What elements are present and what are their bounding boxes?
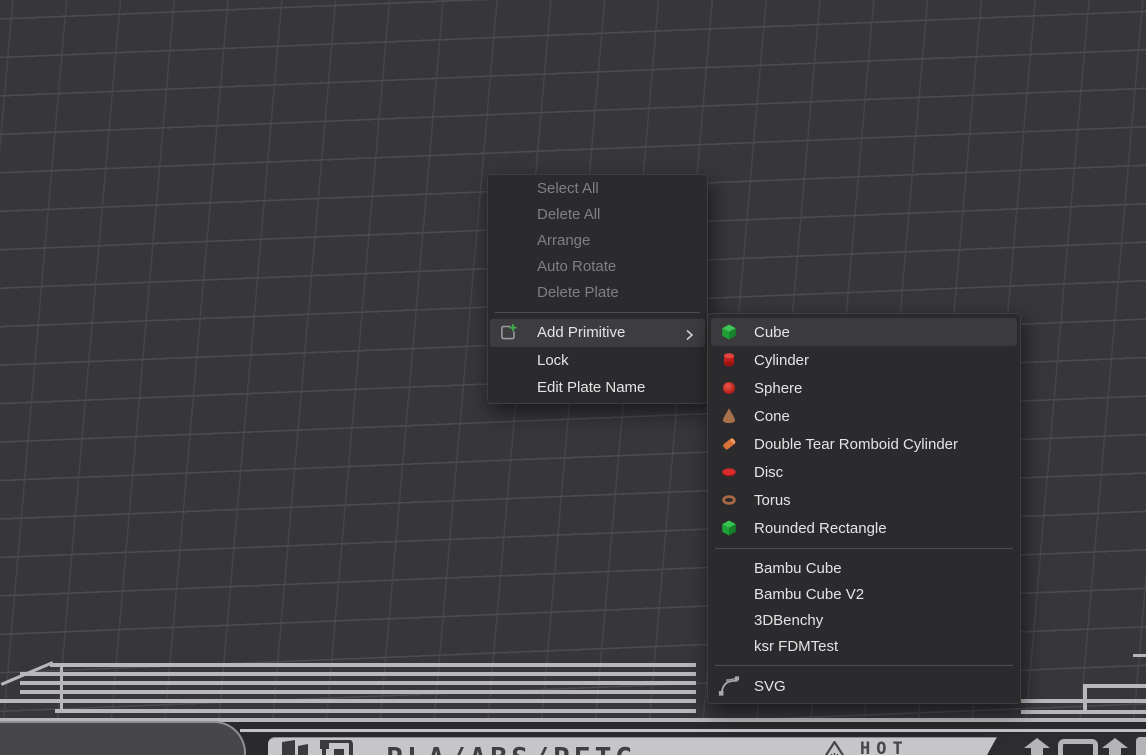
submenu-item-cylinder[interactable]: Cylinder	[711, 346, 1017, 374]
plate-edge-line	[20, 690, 696, 694]
bezier-curve-icon	[718, 675, 740, 697]
bambu-logo-icon	[282, 740, 314, 755]
submenu-item-double-tear-romboid-cylinder[interactable]: Double Tear Romboid Cylinder	[711, 430, 1017, 458]
menu-item-edit-plate-name[interactable]: Edit Plate Name	[490, 374, 705, 401]
menu-item-label: Edit Plate Name	[537, 379, 645, 396]
plate-edge-line	[50, 663, 696, 667]
submenu-item-label: Rounded Rectangle	[754, 520, 887, 537]
plate-front-line	[240, 729, 1146, 732]
menu-item-label: Auto Rotate	[537, 258, 616, 275]
chevron-right-icon	[681, 325, 697, 341]
arrow-up-icon	[1022, 738, 1052, 755]
rounded-rectangle-icon	[720, 519, 738, 537]
submenu-item-label: Bambu Cube	[754, 560, 842, 577]
menu-item-label: Delete All	[537, 206, 600, 223]
submenu-item-bambu-cube-v2[interactable]: Bambu Cube V2	[711, 581, 1017, 607]
sphere-icon	[720, 379, 738, 397]
menu-item-label: Delete Plate	[537, 284, 619, 301]
submenu-item-label: Torus	[754, 492, 791, 509]
submenu-item-label: Cube	[754, 324, 790, 341]
cone-icon	[720, 407, 738, 425]
menu-item-arrange[interactable]: Arrange	[490, 228, 705, 254]
menu-item-label: Lock	[537, 352, 569, 369]
arrow-up-icon	[1100, 738, 1130, 755]
romboid-cylinder-icon	[720, 435, 738, 453]
submenu-item-label: Disc	[754, 464, 783, 481]
menu-item-add-primitive[interactable]: Add Primitive	[490, 319, 705, 347]
submenu-item-label: 3DBenchy	[754, 612, 823, 629]
plate-label-strip: PLA/ABS/PETG HOT	[268, 737, 997, 755]
plate-edge-line	[20, 681, 696, 685]
add-primitive-submenu: Cube Cylinder Sphere	[707, 313, 1021, 704]
plate-edge-line	[20, 672, 696, 676]
menu-item-select-all[interactable]: Select All	[490, 176, 705, 202]
menu-item-delete-plate[interactable]: Delete Plate	[490, 280, 705, 306]
submenu-item-label: Bambu Cube V2	[754, 586, 864, 603]
hot-label: HOT	[860, 739, 909, 755]
menu-item-label: Add Primitive	[537, 324, 625, 341]
submenu-item-label: ksr FDMTest	[754, 638, 838, 655]
plate-edge-mark	[1133, 654, 1146, 657]
plate-material-text: PLA/ABS/PETG	[386, 741, 636, 755]
plate-edge-line	[0, 699, 696, 703]
3d-viewport[interactable]: PLA/ABS/PETG HOT Select All Delete All A…	[0, 0, 1146, 755]
plate-corner-line	[1083, 684, 1146, 688]
menu-item-label: Select All	[537, 180, 599, 197]
submenu-item-disc[interactable]: Disc	[711, 458, 1017, 486]
submenu-separator	[715, 548, 1013, 549]
plate-corner-line	[1083, 684, 1087, 713]
plate-edge-line	[55, 709, 696, 713]
plate-type-logo-icon	[320, 740, 356, 755]
menu-item-delete-all[interactable]: Delete All	[490, 202, 705, 228]
submenu-item-cube[interactable]: Cube	[711, 318, 1017, 346]
submenu-item-bambu-cube[interactable]: Bambu Cube	[711, 555, 1017, 581]
submenu-item-label: Sphere	[754, 380, 802, 397]
submenu-item-torus[interactable]: Torus	[711, 486, 1017, 514]
torus-icon	[720, 491, 738, 509]
disc-icon	[720, 463, 738, 481]
plate-edge-tick	[60, 664, 63, 712]
submenu-item-svg[interactable]: SVG	[711, 672, 1017, 700]
context-menu: Select All Delete All Arrange Auto Rotat…	[487, 174, 708, 404]
submenu-item-ksr-fdmtest[interactable]: ksr FDMTest	[711, 633, 1017, 659]
cylinder-icon	[720, 351, 738, 369]
menu-item-label: Arrange	[537, 232, 590, 249]
plate-edge-blob	[1136, 737, 1146, 755]
hot-warning-triangle-icon	[821, 740, 848, 755]
submenu-item-label: SVG	[754, 678, 786, 695]
menu-item-auto-rotate[interactable]: Auto Rotate	[490, 254, 705, 280]
submenu-item-3dbenchy[interactable]: 3DBenchy	[711, 607, 1017, 633]
menu-item-lock[interactable]: Lock	[490, 347, 705, 374]
menu-separator	[495, 312, 700, 313]
cube-icon	[720, 323, 738, 341]
plate-front-corner	[0, 721, 246, 755]
submenu-item-label: Double Tear Romboid Cylinder	[754, 436, 958, 453]
submenu-item-label: Cone	[754, 408, 790, 425]
submenu-item-cone[interactable]: Cone	[711, 402, 1017, 430]
submenu-separator	[715, 665, 1013, 666]
add-primitive-icon	[498, 323, 518, 343]
submenu-item-rounded-rectangle[interactable]: Rounded Rectangle	[711, 514, 1017, 542]
plate-slot-icon	[1058, 739, 1098, 755]
submenu-item-label: Cylinder	[754, 352, 809, 369]
submenu-item-sphere[interactable]: Sphere	[711, 374, 1017, 402]
